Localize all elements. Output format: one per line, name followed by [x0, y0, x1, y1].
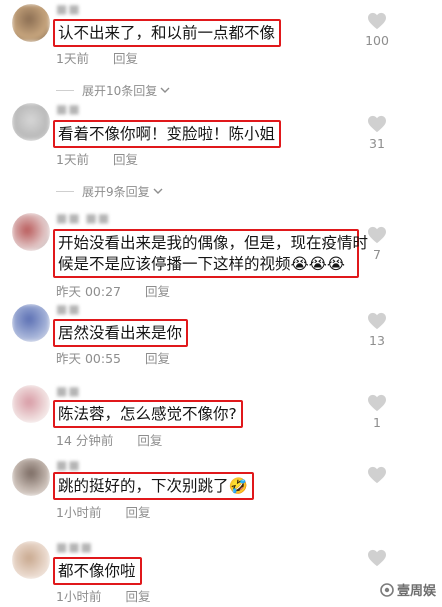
divider-line: [56, 191, 74, 192]
comment-time: 1小时前: [56, 589, 102, 604]
like-button[interactable]: [357, 466, 397, 484]
username[interactable]: ■■: [56, 458, 81, 472]
divider-line: [56, 90, 74, 91]
username[interactable]: ■■: [56, 384, 81, 398]
like-count: 31: [369, 136, 385, 151]
watermark: 壹周娱: [380, 580, 436, 599]
like-count: 13: [369, 333, 385, 348]
like-button[interactable]: 100: [357, 12, 397, 48]
like-button[interactable]: [357, 549, 397, 567]
username[interactable]: ■■■: [56, 540, 93, 554]
chevron-down-icon: [153, 188, 163, 194]
comment-text-line: 候是不是应该停播一下这样的视频😭😭😭: [58, 255, 345, 273]
heart-icon: [368, 115, 386, 133]
like-count: 1: [373, 415, 381, 430]
heart-icon: [368, 394, 386, 412]
like-button[interactable]: 13: [357, 312, 397, 348]
like-button[interactable]: 1: [357, 394, 397, 430]
expand-label: 展开10条回复: [82, 84, 158, 98]
expand-replies-button[interactable]: 展开10条回复: [56, 82, 170, 99]
reply-button[interactable]: 回复: [145, 348, 170, 367]
reply-button[interactable]: 回复: [113, 149, 138, 168]
comment-text: 居然没看出来是你: [53, 319, 189, 347]
username[interactable]: ■■: [56, 302, 81, 316]
comment-text: 都不像你啦: [53, 557, 142, 585]
expand-replies-button[interactable]: 展开9条回复: [56, 183, 163, 200]
comment-text: 跳的挺好的，下次别跳了🤣: [53, 472, 254, 500]
reply-button[interactable]: 回复: [125, 586, 150, 605]
comment-meta: 1天前 回复: [56, 149, 138, 168]
comment-time: 1小时前: [56, 505, 102, 520]
comment-time: 昨天 00:27: [56, 284, 121, 299]
comment-meta: 昨天 00:27 回复: [56, 281, 170, 300]
heart-icon: [368, 549, 386, 567]
heart-icon: [368, 466, 386, 484]
expand-label: 展开9条回复: [82, 185, 150, 199]
avatar[interactable]: [12, 385, 50, 423]
username[interactable]: ■■: [56, 102, 81, 116]
comment-text-line: 开始没看出来是我的偶像，但是，现在疫情时: [58, 234, 369, 252]
reply-button[interactable]: 回复: [145, 281, 170, 300]
avatar[interactable]: [12, 103, 50, 141]
reply-button[interactable]: 回复: [125, 502, 150, 521]
chevron-down-icon: [160, 87, 170, 93]
comment-meta: 1小时前 回复: [56, 586, 150, 605]
comment-time: 14 分钟前: [56, 433, 114, 448]
like-button[interactable]: 31: [357, 115, 397, 151]
comment-text: 开始没看出来是我的偶像，但是，现在疫情时 候是不是应该停播一下这样的视频😭😭😭: [53, 229, 369, 278]
reply-button[interactable]: 回复: [113, 48, 138, 67]
username[interactable]: ■■ ■■: [56, 211, 110, 225]
avatar[interactable]: [12, 541, 50, 579]
username[interactable]: ■■: [56, 2, 81, 16]
like-count: 100: [365, 33, 389, 48]
comment-text: 认不出来了，和以前一点都不像: [53, 19, 282, 47]
avatar[interactable]: [12, 304, 50, 342]
avatar[interactable]: [12, 4, 50, 42]
like-count: 7: [373, 247, 381, 262]
comment-time: 1天前: [56, 51, 89, 66]
comment-time: 昨天 00:55: [56, 351, 121, 366]
like-button[interactable]: 7: [357, 226, 397, 262]
heart-icon: [368, 12, 386, 30]
comment-meta: 1小时前 回复: [56, 502, 150, 521]
comment-meta: 昨天 00:55 回复: [56, 348, 170, 367]
avatar[interactable]: [12, 458, 50, 496]
watermark-text: 壹周娱: [396, 584, 436, 599]
comment-meta: 14 分钟前 回复: [56, 430, 162, 449]
watermark-logo-icon: [380, 582, 394, 597]
comment-time: 1天前: [56, 152, 89, 167]
comment-text: 看着不像你啊！变脸啦！陈小姐: [53, 120, 282, 148]
heart-icon: [368, 226, 386, 244]
comment-text: 陈法蓉，怎么感觉不像你?: [53, 400, 243, 428]
comment-meta: 1天前 回复: [56, 48, 138, 67]
heart-icon: [368, 312, 386, 330]
avatar[interactable]: [12, 213, 50, 251]
reply-button[interactable]: 回复: [137, 430, 162, 449]
